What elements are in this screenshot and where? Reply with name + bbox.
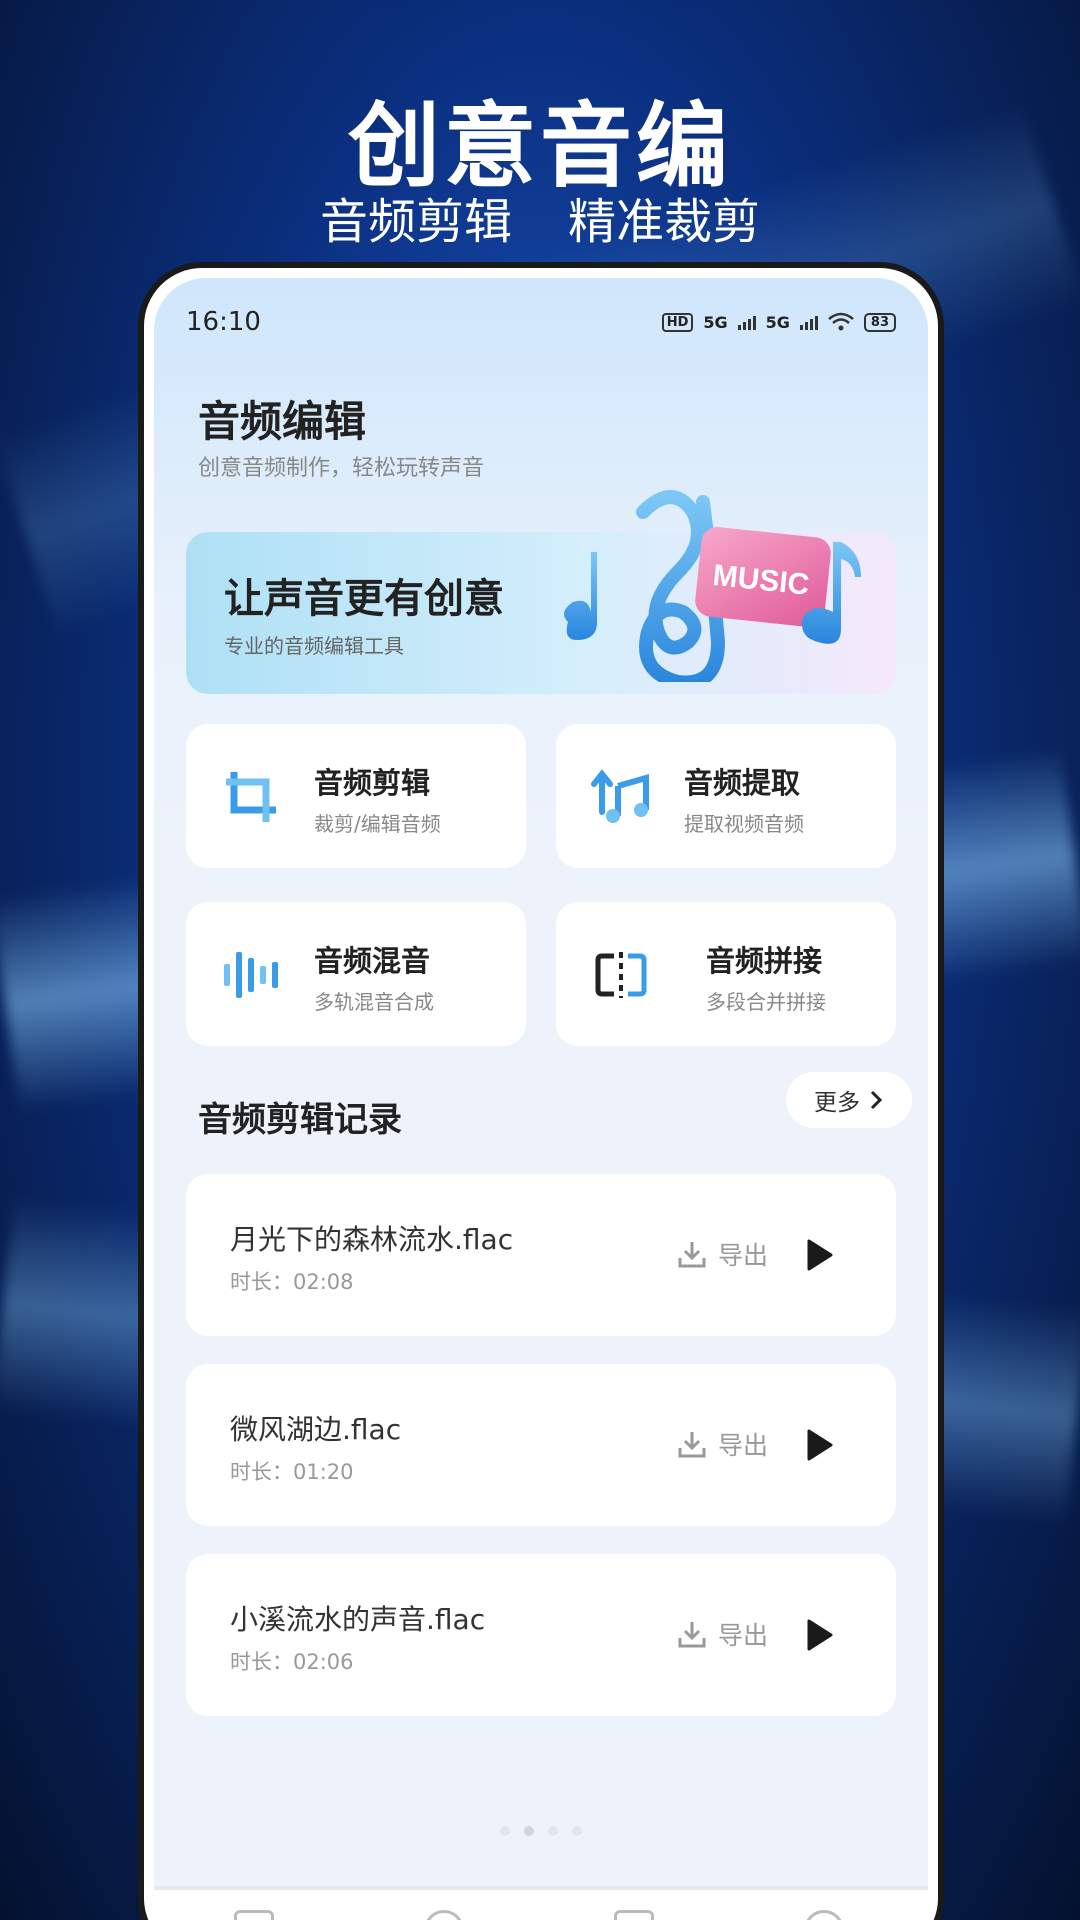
export-label: 导出 xyxy=(718,1241,769,1270)
nav-tab-home-icon[interactable] xyxy=(234,1910,274,1920)
tool-title: 音频提取 xyxy=(684,766,801,800)
record-item[interactable]: 微风湖边.flac 时长：01:20 导出 xyxy=(186,1364,896,1526)
split-merge-icon xyxy=(595,952,647,998)
tool-description: 裁剪/编辑音频 xyxy=(314,812,441,836)
phone-frame: 16:10 HD 5G 5G 83 音频编辑 创意音频制作，轻松玩转声音 让声音… xyxy=(138,262,944,1920)
export-label: 导出 xyxy=(718,1431,769,1460)
network-5g-label: 5G xyxy=(703,312,728,332)
export-label: 导出 xyxy=(718,1621,769,1650)
play-icon[interactable] xyxy=(804,1428,834,1462)
status-time: 16:10 xyxy=(186,307,261,337)
music-extract-icon xyxy=(591,769,649,823)
crop-icon xyxy=(226,772,276,822)
signal-icon xyxy=(737,314,756,330)
page-dot xyxy=(548,1826,558,1836)
download-icon xyxy=(678,1432,706,1458)
status-bar: 16:10 HD 5G 5G 83 xyxy=(186,302,896,342)
battery-icon: 83 xyxy=(863,312,896,332)
play-icon[interactable] xyxy=(804,1618,834,1652)
bottom-navigation xyxy=(154,1886,928,1920)
promo-banner[interactable]: 让声音更有创意 专业的音频编辑工具 MUSIC xyxy=(186,490,896,694)
tool-audio-mix[interactable]: 音频混音 多轨混音合成 xyxy=(186,902,526,1046)
banner-title: 让声音更有创意 xyxy=(224,576,504,622)
record-item[interactable]: 月光下的森林流水.flac 时长：02:08 导出 xyxy=(186,1174,896,1336)
network-5g-label: 5G xyxy=(765,312,790,332)
tool-description: 多段合并拼接 xyxy=(706,990,826,1014)
tool-description: 提取视频音频 xyxy=(684,812,804,836)
banner-subtitle: 专业的音频编辑工具 xyxy=(224,634,404,658)
record-item[interactable]: 小溪流水的声音.flac 时长：02:06 导出 xyxy=(186,1554,896,1716)
record-name: 微风湖边.flac xyxy=(230,1413,402,1446)
export-button[interactable]: 导出 xyxy=(676,1616,768,1652)
page-dot xyxy=(500,1826,510,1836)
play-icon[interactable] xyxy=(804,1238,834,1272)
music-notes-illustration: MUSIC xyxy=(564,490,861,682)
record-duration: 时长：02:08 xyxy=(230,1270,354,1294)
page-dot xyxy=(572,1826,582,1836)
record-name: 小溪流水的声音.flac xyxy=(230,1603,486,1636)
download-icon xyxy=(678,1242,706,1268)
promo-subtitle-left: 音频剪辑 xyxy=(319,194,512,250)
record-name: 月光下的森林流水.flac xyxy=(230,1223,514,1256)
record-duration: 时长：02:06 xyxy=(230,1650,354,1674)
nav-tab-files-icon[interactable] xyxy=(614,1910,654,1920)
tool-audio-cut[interactable]: 音频剪辑 裁剪/编辑音频 xyxy=(186,724,526,868)
nav-tab-tools-icon[interactable] xyxy=(424,1910,464,1920)
tool-audio-concat[interactable]: 音频拼接 多段合并拼接 xyxy=(556,902,896,1046)
nav-tab-settings-icon[interactable] xyxy=(804,1910,844,1920)
signal-icon xyxy=(799,314,818,330)
tool-title: 音频混音 xyxy=(314,944,431,978)
tool-description: 多轨混音合成 xyxy=(314,990,434,1014)
record-duration: 时长：01:20 xyxy=(230,1460,354,1484)
more-label: 更多 xyxy=(814,1090,860,1116)
wifi-icon xyxy=(828,312,854,331)
page-subtitle: 创意音频制作，轻松玩转声音 xyxy=(198,456,485,481)
more-button[interactable]: 更多 xyxy=(786,1072,912,1128)
page-dot-active xyxy=(524,1826,534,1836)
records-section-title: 音频剪辑记录 xyxy=(198,1100,402,1140)
tool-title: 音频拼接 xyxy=(706,944,823,978)
page-indicator xyxy=(154,1826,928,1836)
page-title: 音频编辑 xyxy=(198,397,367,446)
promo-subtitle-right: 精准裁剪 xyxy=(568,194,761,250)
waveform-icon xyxy=(224,952,278,998)
export-button[interactable]: 导出 xyxy=(676,1236,768,1272)
tool-title: 音频剪辑 xyxy=(314,766,431,800)
app-screen: 16:10 HD 5G 5G 83 音频编辑 创意音频制作，轻松玩转声音 让声音… xyxy=(154,278,928,1920)
tool-audio-extract[interactable]: 音频提取 提取视频音频 xyxy=(556,724,896,868)
export-button[interactable]: 导出 xyxy=(676,1426,768,1462)
status-icons: HD 5G 5G 83 xyxy=(661,312,896,332)
chevron-right-icon xyxy=(870,1090,883,1110)
promo-subtitle: 音频剪辑 精准裁剪 xyxy=(0,182,1080,252)
download-icon xyxy=(678,1622,706,1648)
hd-icon: HD xyxy=(661,312,694,332)
